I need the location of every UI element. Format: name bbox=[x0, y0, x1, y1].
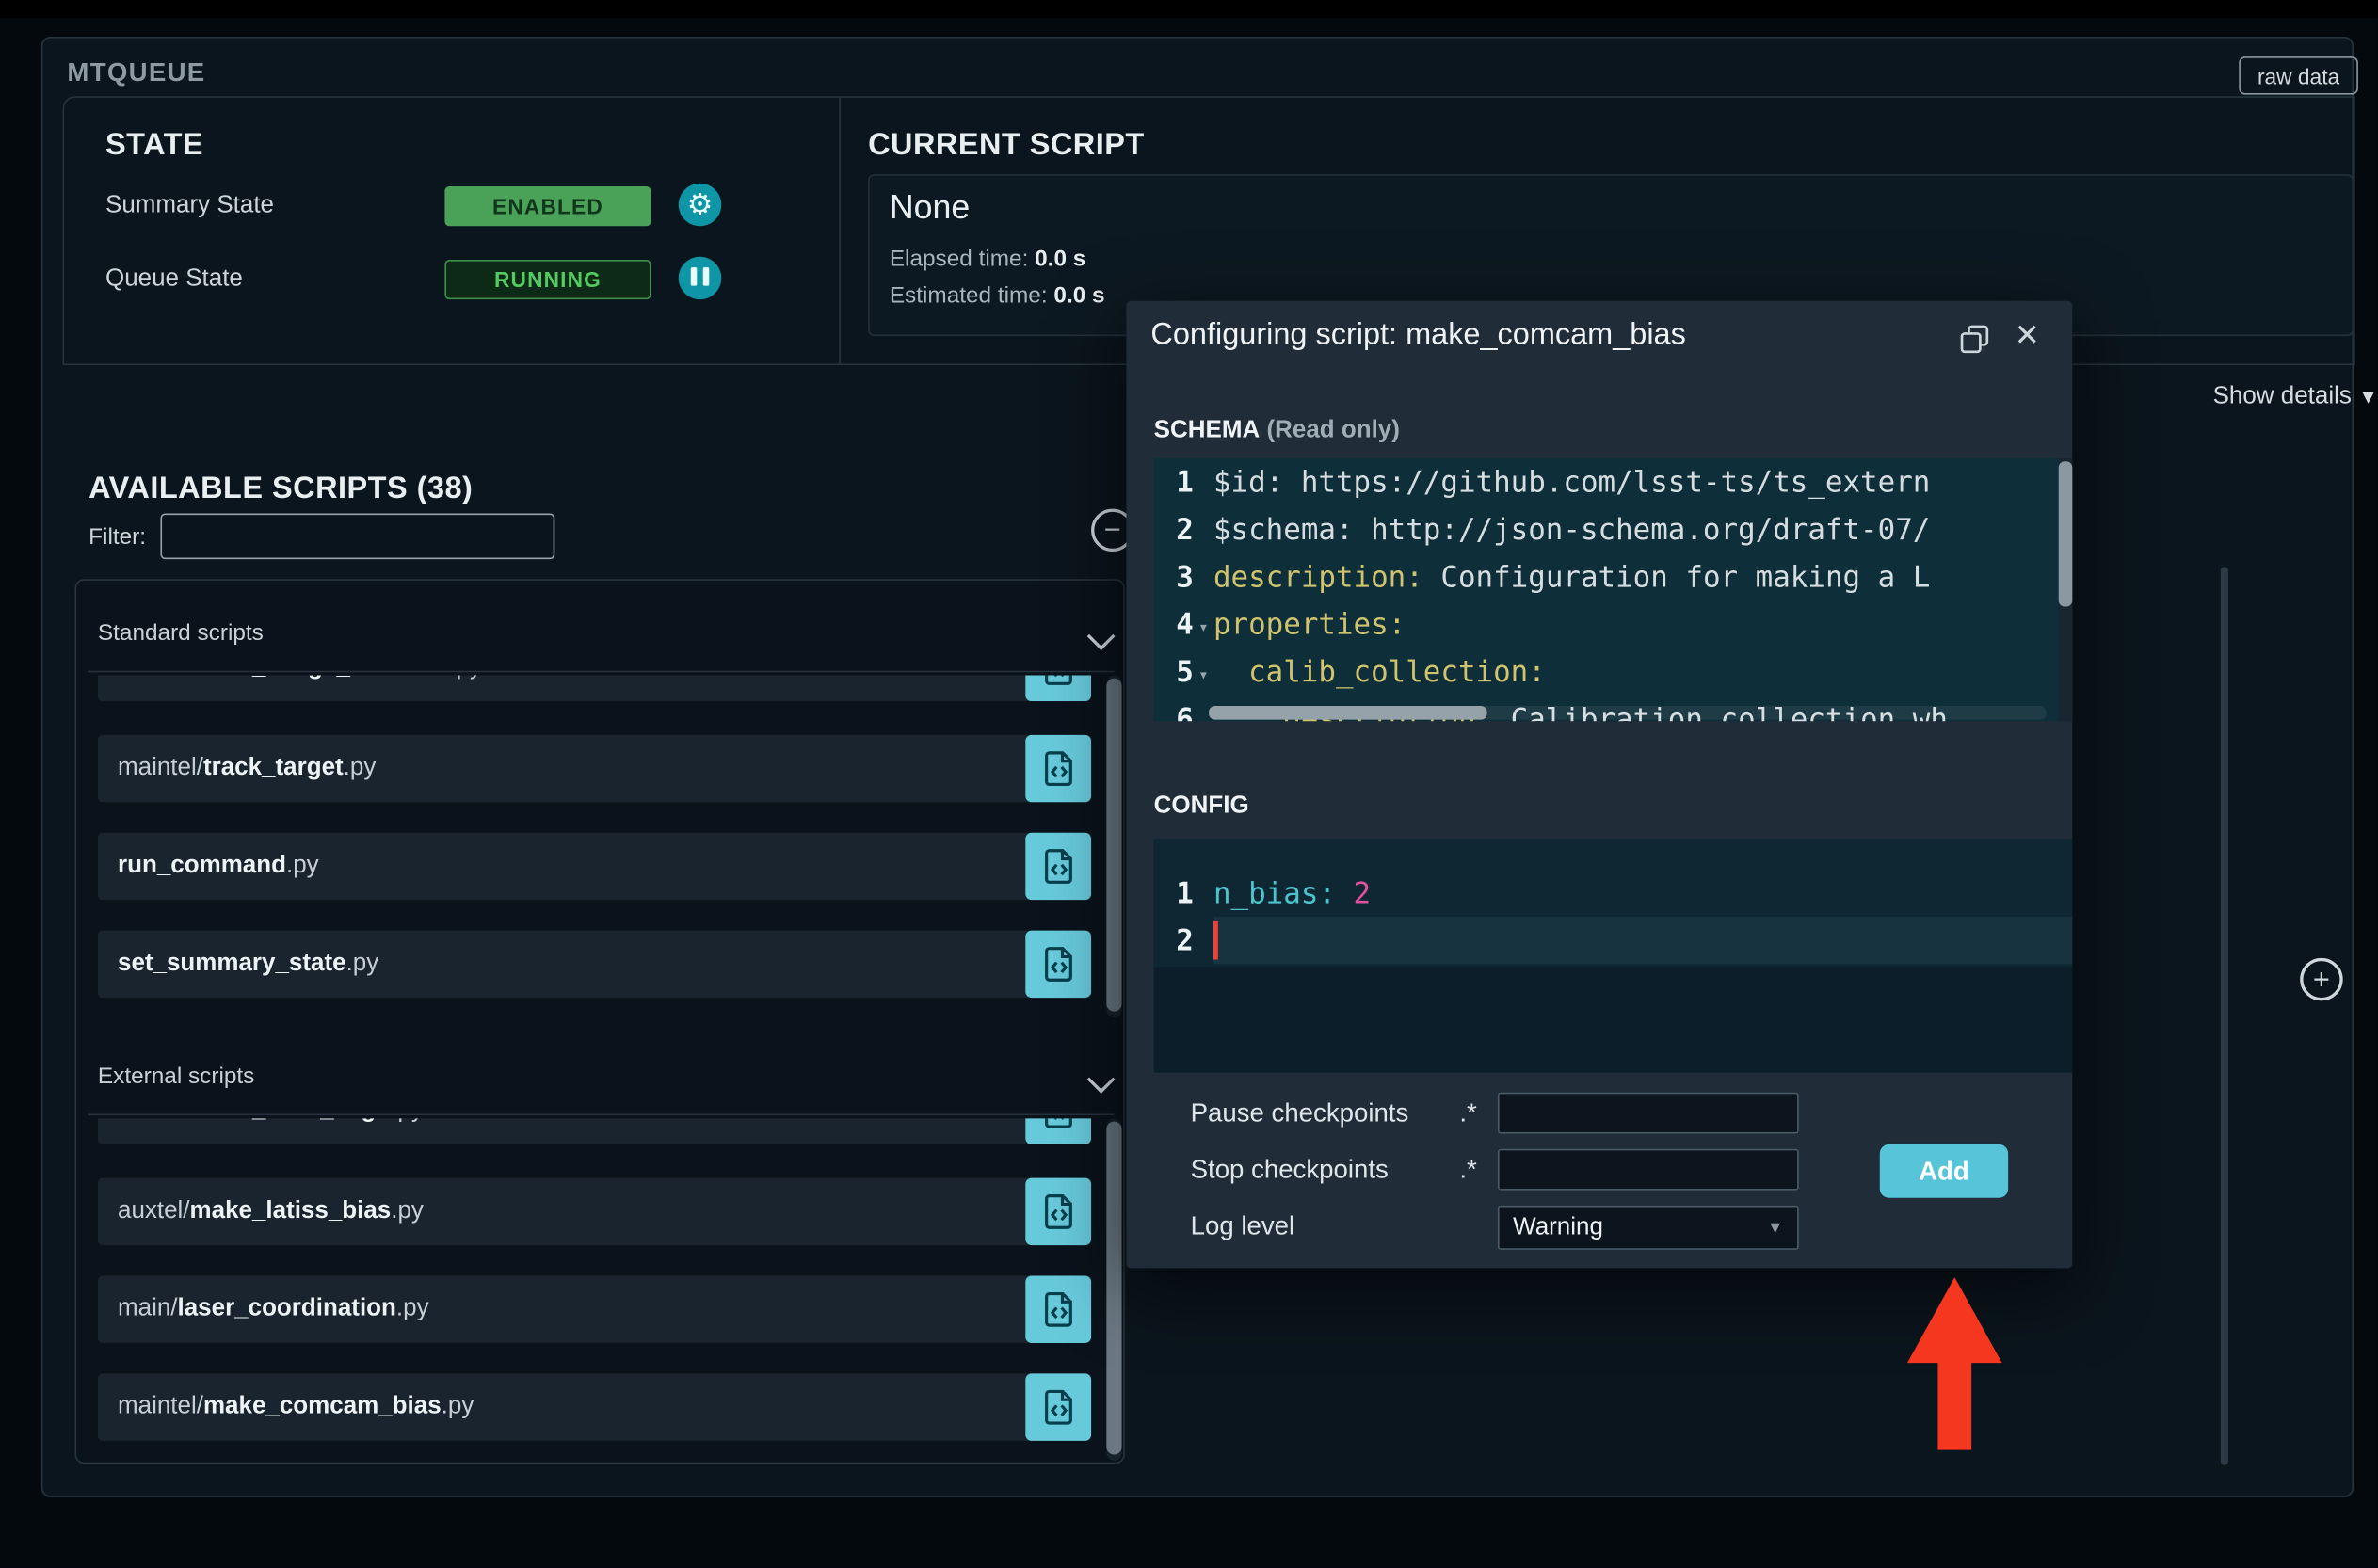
configure-script-modal: Configuring script: make_comcam_bias ✕ S… bbox=[1126, 300, 2073, 1269]
stop-checkpoints-label: Stop checkpoints bbox=[1190, 1155, 1389, 1185]
external-scripts-header[interactable]: External scripts bbox=[98, 1064, 254, 1090]
annotation-arrow bbox=[1906, 1277, 2002, 1450]
plus-icon: + bbox=[2312, 963, 2330, 996]
gear-icon: ⚙ bbox=[686, 188, 714, 221]
raw-data-button[interactable]: raw data bbox=[2239, 56, 2358, 95]
queue-scrollbar[interactable] bbox=[2220, 567, 2228, 1465]
os-top-bar bbox=[0, 0, 2378, 19]
divider bbox=[839, 97, 841, 364]
text-cursor bbox=[1213, 920, 1218, 960]
chevron-down-icon[interactable] bbox=[1086, 622, 1116, 651]
line-number: 5 bbox=[1176, 654, 1194, 689]
script-list-item[interactable]: maintel/make_comcam_bias.py bbox=[97, 1373, 1092, 1441]
state-heading: STATE bbox=[105, 128, 204, 163]
add-script-button[interactable] bbox=[1025, 1177, 1092, 1246]
script-list-item[interactable]: run_command.py bbox=[97, 832, 1092, 901]
log-level-label: Log level bbox=[1190, 1211, 1295, 1241]
add-button[interactable]: Add bbox=[1879, 1144, 2009, 1198]
elapsed-time: Elapsed time: 0.0 s bbox=[889, 246, 1086, 272]
pause-queue-button[interactable] bbox=[678, 256, 722, 300]
add-script-button[interactable] bbox=[1025, 1275, 1092, 1343]
current-script-heading: CURRENT SCRIPT bbox=[868, 128, 1145, 163]
scrollbar-thumb[interactable] bbox=[1106, 1121, 1122, 1455]
script-file-icon bbox=[1044, 849, 1072, 884]
pause-icon bbox=[688, 266, 713, 289]
add-script-button[interactable] bbox=[1025, 1373, 1092, 1441]
pause-checkpoints-hint: .* bbox=[1459, 1098, 1477, 1128]
schema-heading: SCHEMA (Read only) bbox=[1153, 417, 1400, 443]
estimated-time: Estimated time: 0.0 s bbox=[889, 282, 1105, 309]
modal-title: Configuring script: make_comcam_bias bbox=[1150, 317, 1686, 352]
copy-icon bbox=[1960, 325, 1989, 354]
config-heading: CONFIG bbox=[1153, 792, 1249, 820]
horizontal-scrollbar-track bbox=[1209, 706, 2047, 720]
pause-checkpoints-label: Pause checkpoints bbox=[1190, 1098, 1409, 1128]
schema-scrollbar-track bbox=[2058, 458, 2073, 722]
script-list-item[interactable]: set_summary_state.py bbox=[97, 930, 1092, 999]
expand-queue-icon[interactable]: + bbox=[2300, 957, 2343, 1001]
summary-state-badge: ENABLED bbox=[444, 186, 651, 227]
add-script-button[interactable] bbox=[1025, 1118, 1092, 1144]
script-file-icon bbox=[1044, 675, 1072, 685]
line-number: 2 bbox=[1176, 923, 1194, 958]
detach-modal-button[interactable] bbox=[1958, 323, 1992, 362]
close-icon: ✕ bbox=[2014, 319, 2040, 354]
panel-title: MTQUEUE bbox=[67, 57, 206, 88]
filter-input[interactable] bbox=[160, 513, 555, 560]
script-file-icon bbox=[1044, 1291, 1072, 1327]
filter-label: Filter: bbox=[88, 523, 147, 551]
line-number: 6 bbox=[1176, 701, 1194, 722]
script-file-icon bbox=[1044, 751, 1072, 787]
config-editor[interactable]: 1 n_bias: 2 2 bbox=[1153, 839, 2073, 1073]
available-scripts-heading: AVAILABLE SCRIPTS (38) bbox=[88, 472, 474, 506]
close-modal-button[interactable]: ✕ bbox=[2015, 321, 2040, 351]
script-list-item[interactable]: auxtel/make_latiss_bias.py bbox=[97, 1177, 1092, 1246]
line-number: 3 bbox=[1176, 559, 1194, 594]
line-number: 4 bbox=[1176, 607, 1194, 642]
schema-scrollbar-thumb[interactable] bbox=[2058, 461, 2073, 607]
divider bbox=[88, 1113, 1115, 1116]
add-script-button[interactable] bbox=[1025, 832, 1092, 901]
available-scripts-panel: Standard scripts maintel/take_image_comc… bbox=[74, 579, 1125, 1464]
stop-checkpoints-input[interactable] bbox=[1497, 1148, 1799, 1191]
add-script-button[interactable] bbox=[1025, 930, 1092, 999]
script-list-item[interactable]: main/laser_coordination.py bbox=[97, 1275, 1092, 1343]
script-file-icon bbox=[1044, 1194, 1072, 1229]
stop-checkpoints-hint: .* bbox=[1459, 1155, 1477, 1185]
standard-scripts-header[interactable]: Standard scripts bbox=[98, 620, 264, 647]
script-list-item[interactable]: maintel/track_target.py bbox=[97, 734, 1092, 803]
script-file-icon bbox=[1044, 1118, 1072, 1128]
log-level-select[interactable]: Warning ▼ bbox=[1497, 1205, 1799, 1250]
fold-caret-icon[interactable]: ▾ bbox=[1194, 612, 1213, 636]
add-script-button[interactable] bbox=[1025, 675, 1092, 702]
line-number: 1 bbox=[1176, 876, 1194, 910]
scrollbar-thumb[interactable] bbox=[1106, 678, 1122, 1012]
horizontal-scrollbar-thumb[interactable] bbox=[1209, 706, 1487, 720]
current-script-name: None bbox=[889, 187, 971, 227]
line-number: 2 bbox=[1176, 512, 1194, 547]
add-script-button[interactable] bbox=[1025, 734, 1092, 803]
summary-state-label: Summary State bbox=[105, 192, 275, 219]
select-caret-icon: ▼ bbox=[1766, 1218, 1784, 1238]
caret-down-icon: ▼ bbox=[2358, 385, 2378, 408]
script-file-icon bbox=[1044, 1389, 1072, 1425]
script-file-icon bbox=[1044, 947, 1072, 982]
divider bbox=[88, 670, 1115, 673]
line-number: 1 bbox=[1176, 465, 1194, 500]
summary-state-settings-button[interactable]: ⚙ bbox=[678, 183, 722, 227]
schema-editor[interactable]: 1 $id: https://github.com/lsst-ts/ts_ext… bbox=[1153, 458, 2059, 722]
script-list-item-clipped[interactable]: auxtel/latiss_cwfs_align.py bbox=[97, 1118, 1092, 1144]
fold-caret-icon[interactable]: ▾ bbox=[1194, 659, 1213, 683]
pause-checkpoints-input[interactable] bbox=[1497, 1092, 1799, 1134]
screen: MTQUEUE raw data STATE Summary State ENA… bbox=[0, 0, 2378, 1568]
chevron-down-icon[interactable] bbox=[1086, 1065, 1116, 1094]
script-list-item-clipped[interactable]: maintel/take_image_comcam.py bbox=[97, 675, 1092, 702]
queue-state-badge: RUNNING bbox=[444, 259, 651, 300]
queue-state-label: Queue State bbox=[105, 265, 243, 293]
minus-icon: − bbox=[1103, 514, 1121, 547]
